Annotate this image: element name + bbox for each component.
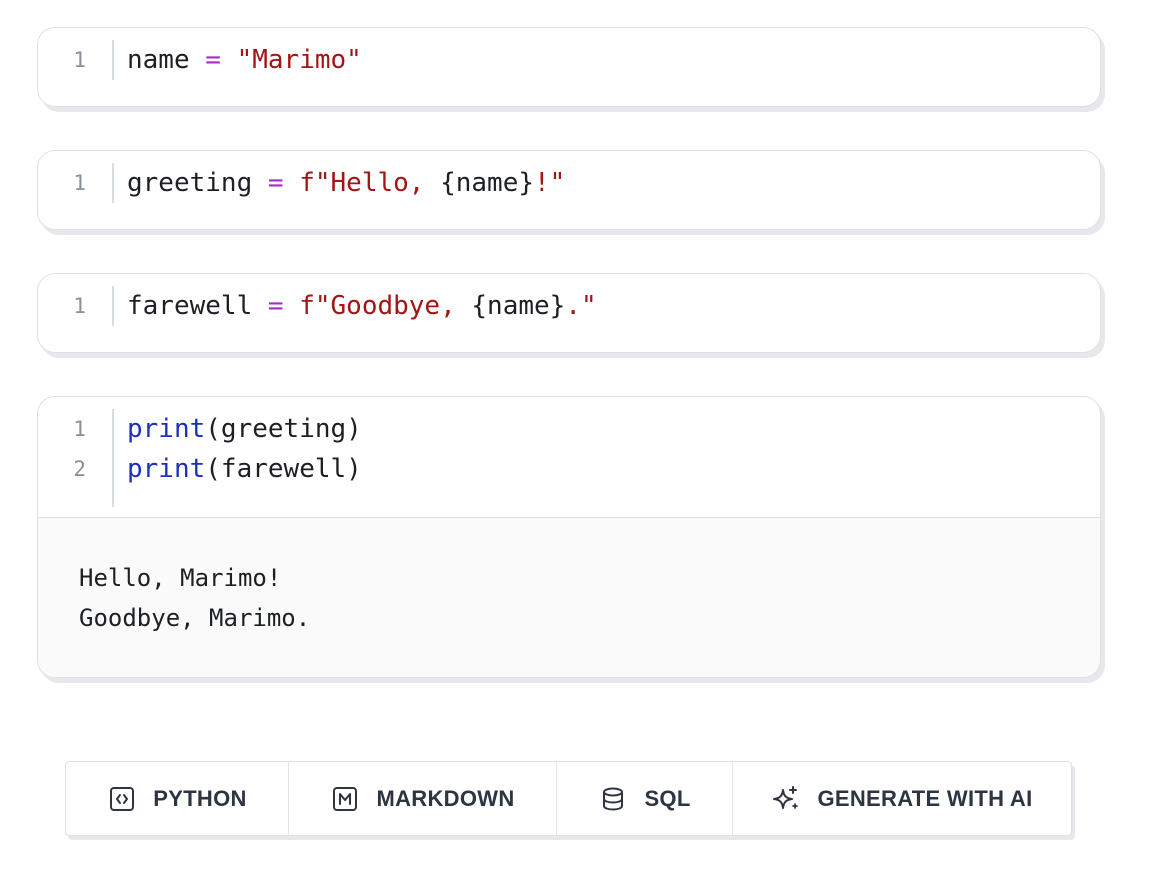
code-editor[interactable]: 1 greeting = f"Hello, {name}!": [38, 151, 1100, 213]
add-markdown-cell-button[interactable]: MARKDOWN: [289, 762, 557, 835]
operator-token: =: [267, 168, 284, 198]
operator-token: =: [267, 291, 284, 321]
line-number-gutter: 1: [38, 40, 114, 80]
code-cell-3[interactable]: 1 farewell = f"Goodbye, {name}.": [37, 273, 1101, 353]
cell-output: Hello, Marimo! Goodbye, Marimo.: [38, 517, 1100, 677]
code-cell-2[interactable]: 1 greeting = f"Hello, {name}!": [37, 150, 1101, 230]
sparkles-icon: [771, 784, 801, 814]
code-line: name = "Marimo": [127, 40, 362, 80]
output-line: Goodbye, Marimo.: [79, 604, 311, 632]
code-cell-4[interactable]: 1 2 print(greeting) print(farewell) Hello…: [37, 396, 1101, 678]
code-token: (greeting): [205, 414, 362, 444]
code-token: (farewell): [205, 454, 362, 484]
line-number: 1: [73, 48, 86, 72]
string-token: "Marimo": [236, 45, 362, 75]
line-number: 1: [73, 294, 86, 318]
code-token: {name}: [471, 291, 566, 321]
string-token: .": [565, 291, 597, 321]
add-python-cell-button[interactable]: PYTHON: [66, 762, 289, 835]
code-token: farewell: [127, 291, 253, 321]
output-line: Hello, Marimo!: [79, 564, 282, 592]
code-token: name: [127, 45, 190, 75]
code-text[interactable]: name = "Marimo": [114, 40, 362, 90]
code-line: print(greeting): [127, 409, 362, 449]
code-line: farewell = f"Goodbye, {name}.": [127, 286, 597, 326]
line-number: 1: [73, 171, 86, 195]
operator-token: =: [205, 45, 221, 75]
markdown-label: MARKDOWN: [376, 785, 515, 811]
code-editor[interactable]: 1 farewell = f"Goodbye, {name}.": [38, 274, 1100, 336]
code-text[interactable]: greeting = f"Hello, {name}!": [114, 163, 565, 213]
code-text[interactable]: farewell = f"Goodbye, {name}.": [114, 286, 597, 336]
code-line: greeting = f"Hello, {name}!": [127, 163, 565, 203]
code-cell-1[interactable]: 1 name = "Marimo": [37, 27, 1101, 107]
database-icon: [598, 784, 628, 814]
code-editor[interactable]: 1 name = "Marimo": [38, 28, 1100, 90]
generate-with-ai-label: GENERATE WITH AI: [817, 785, 1033, 811]
line-number-gutter: 1 2: [38, 409, 114, 507]
notebook-page: 1 name = "Marimo" 1 greeting = f"Hello, …: [0, 0, 1152, 887]
code-line: print(farewell): [127, 449, 362, 489]
code-editor[interactable]: 1 2 print(greeting) print(farewell): [38, 397, 1100, 517]
function-token: print: [127, 414, 206, 444]
python-label: PYTHON: [153, 785, 247, 811]
sql-label: SQL: [644, 785, 691, 811]
code-token: greeting: [127, 168, 253, 198]
string-token: !": [534, 168, 566, 198]
code-icon: [107, 784, 137, 814]
line-number: 1: [73, 417, 86, 441]
code-text[interactable]: print(greeting) print(farewell): [114, 409, 362, 517]
generate-with-ai-button[interactable]: GENERATE WITH AI: [733, 762, 1071, 835]
function-token: print: [127, 454, 206, 484]
line-number: 2: [73, 457, 86, 481]
line-number-gutter: 1: [38, 163, 114, 203]
markdown-icon: [330, 784, 360, 814]
code-token: {name}: [440, 168, 535, 198]
string-token: f"Hello,: [299, 168, 441, 198]
line-number-gutter: 1: [38, 286, 114, 326]
add-cell-toolbar: PYTHON MARKDOWN SQL GENERATE WITH AI: [65, 761, 1072, 836]
string-token: f"Goodbye,: [299, 291, 472, 321]
add-sql-cell-button[interactable]: SQL: [557, 762, 733, 835]
